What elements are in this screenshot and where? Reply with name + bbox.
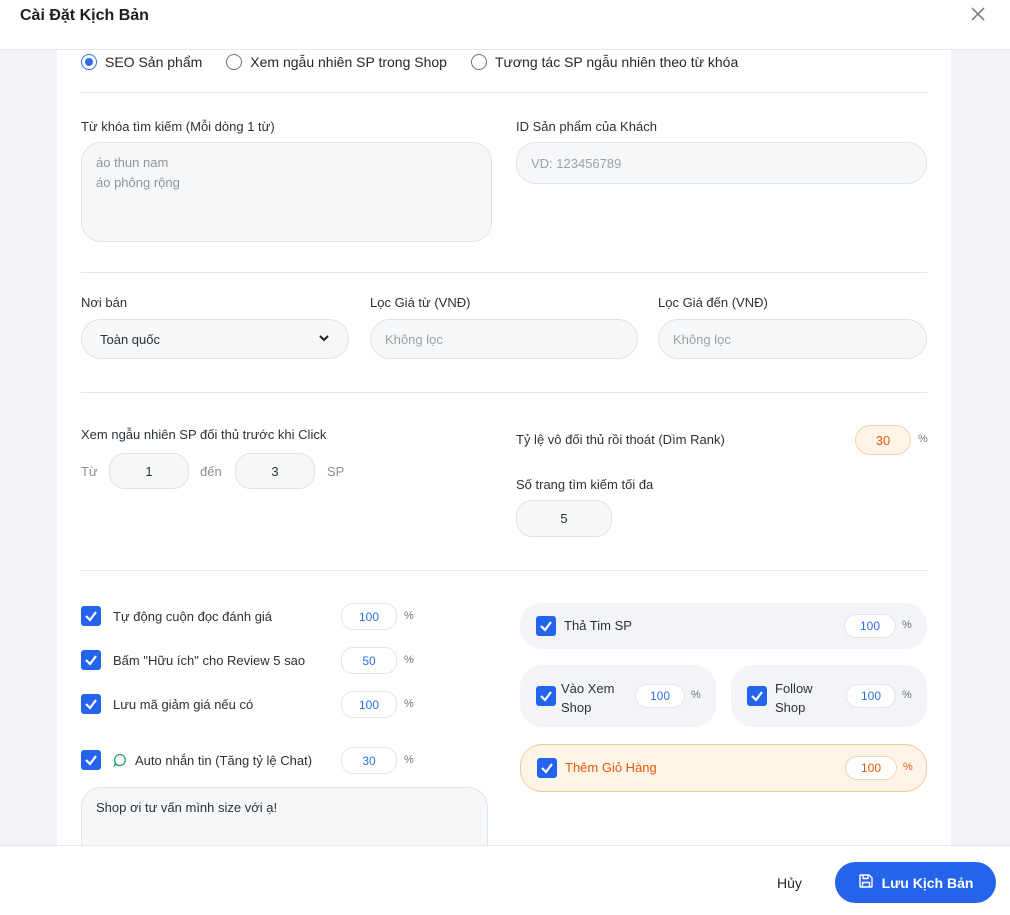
dialog-header: Cài Đặt Kịch Bản bbox=[0, 0, 1010, 50]
auto-chat-input[interactable]: 30 bbox=[341, 747, 397, 774]
like-unit: % bbox=[902, 619, 912, 631]
price-to-input[interactable]: Không lọc bbox=[658, 319, 927, 359]
save-button-label: Lưu Kịch Bản bbox=[881, 874, 974, 891]
save-voucher-label: Lưu mã giảm giá nếu có bbox=[113, 697, 254, 712]
view-shop-label-line: Vào Xem bbox=[561, 681, 615, 696]
location-value: Toàn quốc bbox=[100, 331, 160, 347]
checkbox-add-cart[interactable] bbox=[537, 758, 557, 778]
checkbox-save-voucher[interactable] bbox=[81, 694, 101, 714]
competitor-from-label: Từ bbox=[81, 464, 98, 479]
follow-shop-input[interactable]: 100 bbox=[846, 684, 896, 708]
location-select[interactable]: Toàn quốc bbox=[81, 319, 349, 359]
auto-chat-unit: % bbox=[404, 754, 414, 766]
cancel-button[interactable]: Hủy bbox=[777, 875, 802, 891]
checkbox-like[interactable] bbox=[536, 616, 556, 636]
radio-random-shop[interactable]: Xem ngẫu nhiên SP trong Shop bbox=[226, 54, 447, 70]
view-shop-label: Vào Xem Shop bbox=[561, 679, 614, 717]
competitor-unit: SP bbox=[327, 464, 345, 479]
radio-seo-product[interactable]: SEO Sản phẩm bbox=[81, 54, 202, 70]
dim-rank-input[interactable]: 30 bbox=[855, 425, 911, 455]
divider bbox=[81, 392, 927, 393]
save-voucher-unit: % bbox=[404, 698, 414, 710]
view-shop-label-line: Shop bbox=[561, 700, 592, 715]
keywords-placeholder-line: áo thun nam bbox=[96, 155, 169, 170]
view-shop-unit: % bbox=[691, 689, 701, 701]
product-id-placeholder: VD: 123456789 bbox=[531, 155, 622, 171]
price-from-placeholder: Không lọc bbox=[385, 331, 443, 347]
competitor-to-input[interactable]: 3 bbox=[235, 453, 315, 489]
view-shop-input[interactable]: 100 bbox=[635, 684, 685, 708]
view-shop-card: Vào Xem Shop 100 % bbox=[520, 665, 716, 727]
keywords-label: Từ khóa tìm kiếm (Mỗi dòng 1 từ) bbox=[81, 119, 275, 134]
helpful-label: Bấm "Hữu ích" cho Review 5 sao bbox=[113, 653, 306, 668]
follow-shop-card: Follow Shop 100 % bbox=[731, 665, 927, 727]
auto-chat-label: Auto nhắn tin (Tăng tỷ lệ Chat) bbox=[135, 753, 313, 768]
add-cart-input[interactable]: 100 bbox=[845, 756, 897, 780]
settings-panel: SEO Sản phẩm Xem ngẫu nhiên SP trong Sho… bbox=[57, 50, 951, 845]
helpful-unit: % bbox=[404, 654, 414, 666]
max-pages-label: Số trang tìm kiếm tối đa bbox=[516, 477, 654, 492]
auto-scroll-label: Tự động cuộn đọc đánh giá bbox=[113, 609, 273, 624]
radio-dot bbox=[470, 54, 487, 70]
radio-label: Tương tác SP ngẫu nhiên theo từ khóa bbox=[494, 54, 739, 70]
add-cart-unit: % bbox=[903, 761, 913, 773]
product-id-input[interactable]: VD: 123456789 bbox=[516, 142, 927, 184]
follow-shop-label-line: Follow bbox=[775, 681, 813, 696]
checkbox-view-shop[interactable] bbox=[536, 686, 556, 706]
location-label: Nơi bán bbox=[81, 295, 128, 310]
checkbox-follow-shop[interactable] bbox=[747, 686, 767, 706]
keywords-placeholder-line: áo phông rộng bbox=[96, 175, 180, 190]
divider bbox=[81, 272, 927, 273]
radio-label: SEO Sản phẩm bbox=[105, 54, 203, 70]
keywords-textarea[interactable]: áo thun nam áo phông rộng bbox=[81, 142, 492, 242]
dim-rank-unit: % bbox=[918, 433, 928, 445]
mode-radio-group: SEO Sản phẩm Xem ngẫu nhiên SP trong Sho… bbox=[81, 52, 762, 72]
checkbox-helpful[interactable] bbox=[81, 650, 101, 670]
like-input[interactable]: 100 bbox=[844, 614, 896, 638]
price-to-label: Lọc Giá đến (VNĐ) bbox=[658, 295, 768, 310]
max-pages-input[interactable]: 5 bbox=[516, 500, 612, 537]
add-cart-label: Thêm Giỏ Hàng bbox=[565, 760, 657, 775]
follow-shop-label-line: Shop bbox=[775, 700, 806, 715]
radio-label: Xem ngẫu nhiên SP trong Shop bbox=[250, 54, 447, 70]
follow-shop-label: Follow Shop bbox=[775, 679, 813, 717]
price-to-placeholder: Không lọc bbox=[673, 331, 731, 347]
competitor-from-input[interactable]: 1 bbox=[109, 453, 189, 489]
competitor-label: Xem ngẫu nhiên SP đối thủ trước khi Clic… bbox=[81, 427, 327, 442]
checkbox-auto-chat[interactable] bbox=[81, 750, 101, 770]
auto-scroll-unit: % bbox=[404, 610, 414, 622]
follow-shop-unit: % bbox=[902, 689, 912, 701]
close-icon[interactable] bbox=[970, 6, 986, 26]
dialog-title: Cài Đặt Kịch Bản bbox=[20, 7, 149, 24]
divider bbox=[81, 570, 927, 571]
helpful-input[interactable]: 50 bbox=[341, 647, 397, 674]
radio-dot bbox=[81, 54, 97, 70]
price-from-label: Lọc Giá từ (VNĐ) bbox=[370, 295, 471, 310]
chat-message-text: Shop ơi tư vấn mình size với ạ! bbox=[96, 800, 278, 815]
dialog-footer: Hủy Lưu Kịch Bản bbox=[0, 845, 1010, 915]
auto-scroll-input[interactable]: 100 bbox=[341, 603, 397, 630]
radio-random-keyword[interactable]: Tương tác SP ngẫu nhiên theo từ khóa bbox=[470, 54, 739, 70]
like-label: Thả Tim SP bbox=[564, 618, 632, 633]
chevron-down-icon bbox=[318, 332, 330, 347]
chat-message-textarea[interactable]: Shop ơi tư vấn mình size với ạ! bbox=[81, 787, 488, 845]
price-from-input[interactable]: Không lọc bbox=[370, 319, 638, 359]
radio-dot bbox=[226, 54, 243, 70]
divider bbox=[81, 92, 927, 93]
dim-rank-label: Tỷ lệ vô đối thủ rồi thoát (Dìm Rank) bbox=[516, 432, 725, 447]
checkbox-auto-scroll[interactable] bbox=[81, 606, 101, 626]
competitor-to-label: đến bbox=[200, 464, 222, 479]
product-id-label: ID Sản phẩm của Khách bbox=[516, 119, 657, 134]
chat-bubble-icon bbox=[113, 753, 127, 772]
save-script-button[interactable]: Lưu Kịch Bản bbox=[835, 862, 996, 903]
save-icon bbox=[858, 873, 882, 892]
add-cart-card: Thêm Giỏ Hàng 100 % bbox=[520, 744, 927, 792]
save-voucher-input[interactable]: 100 bbox=[341, 691, 397, 718]
like-card: Thả Tim SP 100 % bbox=[520, 603, 927, 649]
